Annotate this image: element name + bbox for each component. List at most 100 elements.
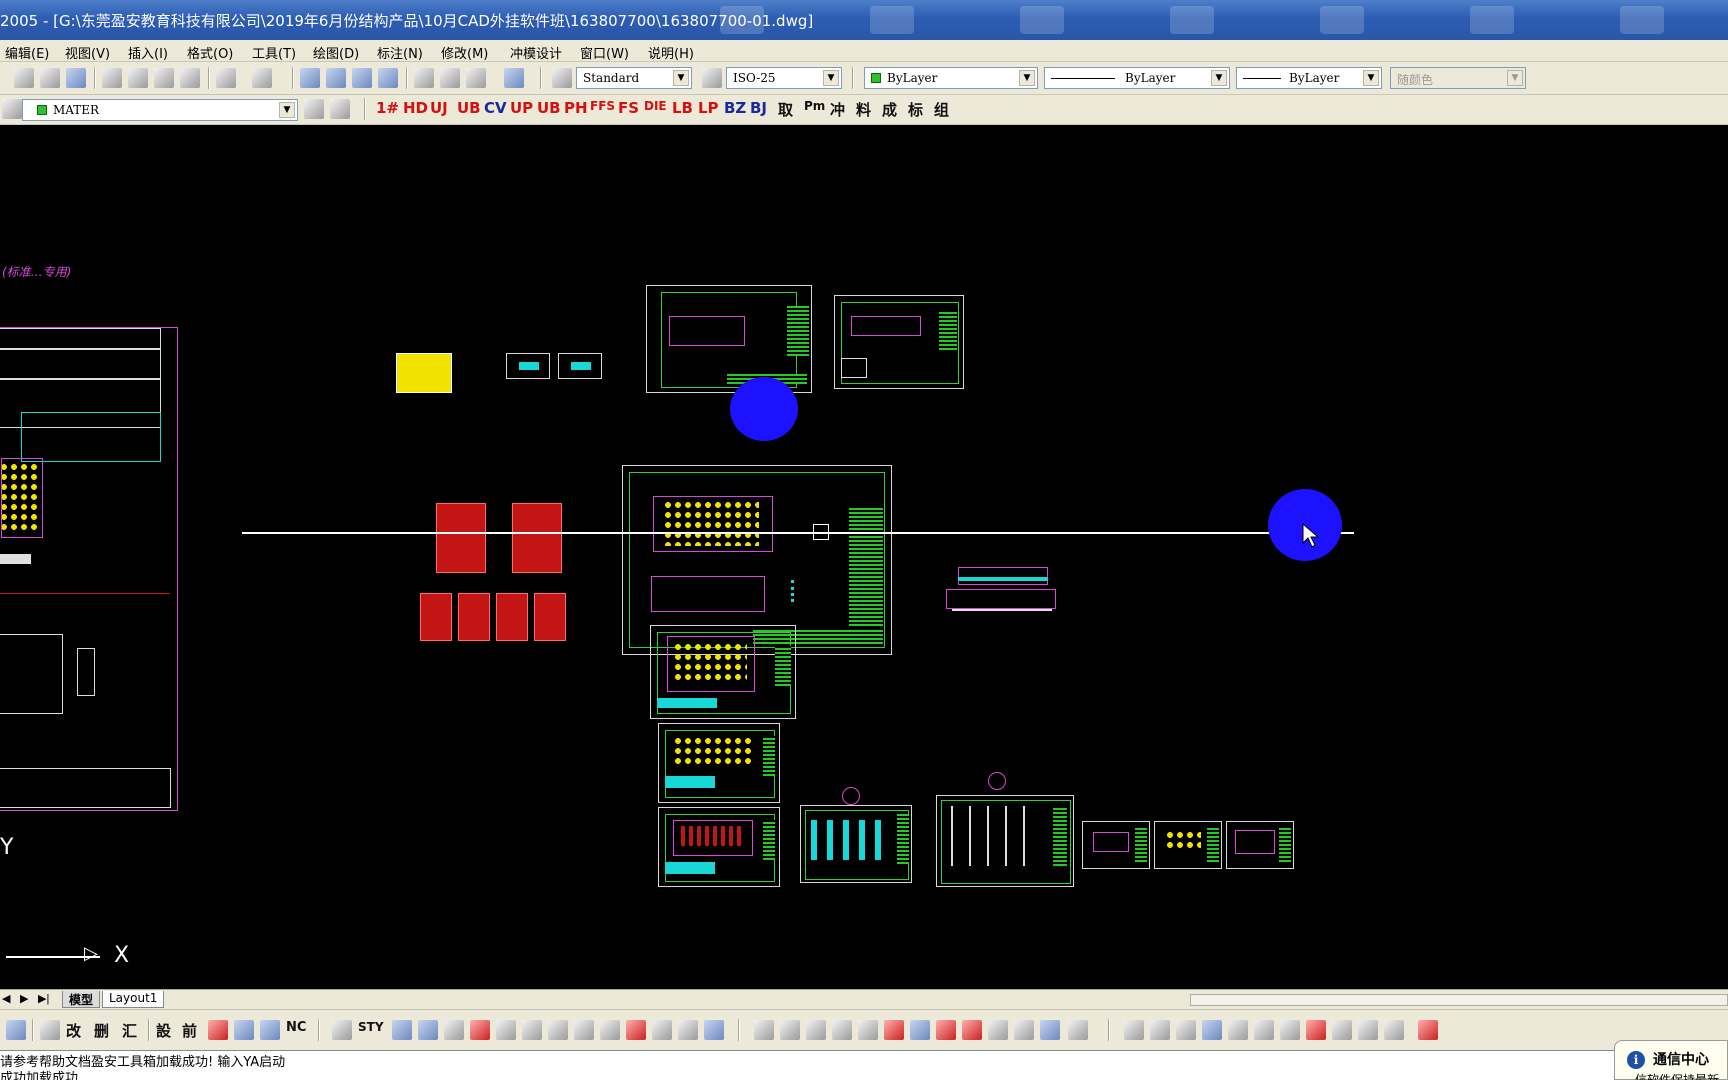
plugin-btn-die[interactable]: DIE [644, 99, 667, 121]
print-icon[interactable] [14, 68, 34, 88]
tool-icon[interactable] [1332, 1020, 1352, 1040]
tool-icon[interactable] [332, 1020, 352, 1040]
target-icon[interactable] [1068, 1020, 1088, 1040]
plugin-btn-summary[interactable]: 汇 [122, 1020, 137, 1042]
tab-nav-prev-icon[interactable]: ◀ [2, 992, 10, 1005]
layer-state-icon[interactable] [2, 99, 22, 119]
tool-icon[interactable] [574, 1020, 594, 1040]
make-current-layer-icon[interactable] [304, 99, 324, 119]
drawing-sheet-bottom-3[interactable] [1082, 821, 1150, 869]
plugin-btn-mark[interactable]: 标 [908, 99, 923, 121]
tool-icon[interactable] [1418, 1020, 1438, 1040]
title-block-sheet[interactable] [0, 327, 178, 811]
drawing-sheet-bottom-4[interactable] [1154, 821, 1222, 869]
tool-icon[interactable] [1254, 1020, 1274, 1040]
tool-icon[interactable] [678, 1020, 698, 1040]
plugin-btn-punch[interactable]: 冲 [830, 99, 845, 121]
plugin-btn-front[interactable]: 前 [182, 1020, 197, 1042]
tool-icon[interactable] [1176, 1020, 1196, 1040]
paste-icon[interactable] [154, 68, 174, 88]
menu-window[interactable]: 窗口(W) [580, 43, 629, 62]
text-style-select[interactable]: Standard ▼ [576, 67, 692, 89]
tool-icon[interactable] [208, 1020, 228, 1040]
tool-icon[interactable] [780, 1020, 800, 1040]
circle-icon[interactable] [496, 1020, 516, 1040]
plugin-btn-hd[interactable]: HD [403, 99, 428, 121]
plugin-btn-bz[interactable]: BZ [724, 99, 746, 121]
tool-icon[interactable] [910, 1020, 930, 1040]
plugin-btn-lp[interactable]: LP [698, 99, 719, 121]
communication-center[interactable]: i 通信中心 信软件保持最新 [1614, 1040, 1728, 1080]
assembly-section[interactable] [946, 563, 1056, 621]
cut-icon[interactable] [102, 68, 122, 88]
drawing-sheet-bottom-2[interactable] [936, 795, 1074, 887]
tool-icon[interactable] [962, 1020, 982, 1040]
plugin-btn-sty[interactable]: STY [358, 1020, 384, 1042]
tool-icon[interactable] [1202, 1020, 1222, 1040]
properties-icon[interactable] [414, 68, 434, 88]
drawing-sheet-bottom-5[interactable] [1226, 821, 1294, 869]
layer-previous-icon[interactable] [330, 99, 350, 119]
publish-icon[interactable] [66, 68, 86, 88]
plugin-btn-ph[interactable]: PH [564, 99, 588, 121]
tool-icon[interactable] [392, 1020, 412, 1040]
zoom-realtime-icon[interactable] [326, 68, 346, 88]
menu-draw[interactable]: 绘图(D) [313, 43, 359, 62]
tool-icon[interactable] [1358, 1020, 1378, 1040]
tool-icon[interactable] [600, 1020, 620, 1040]
tool-icon[interactable] [234, 1020, 254, 1040]
dim-style-select[interactable]: ISO-25 ▼ [726, 67, 842, 89]
menu-dimension[interactable]: 标注(N) [377, 43, 423, 62]
tool-palettes-icon[interactable] [466, 68, 486, 88]
tool-icon[interactable] [652, 1020, 672, 1040]
redo-icon[interactable] [252, 68, 272, 88]
tab-layout1[interactable]: Layout1 [102, 991, 165, 1008]
drawing-sheet-lower-1[interactable] [650, 625, 796, 719]
tool-icon[interactable] [858, 1020, 878, 1040]
tool-icon[interactable] [884, 1020, 904, 1040]
yellow-part-thumbnail[interactable] [396, 353, 452, 393]
match-properties-icon[interactable] [180, 68, 200, 88]
drawing-sheet-top[interactable] [646, 285, 812, 393]
tool-icon[interactable] [444, 1020, 464, 1040]
preview-icon[interactable] [40, 68, 60, 88]
red-part-5[interactable] [496, 593, 528, 641]
plugin-btn-nc[interactable]: NC [286, 1020, 306, 1042]
small-part-2[interactable] [558, 353, 602, 379]
plugin-btn-fs[interactable]: FS [618, 99, 639, 121]
menu-view[interactable]: 视图(V) [65, 43, 110, 62]
plugin-btn-up[interactable]: UP [510, 99, 533, 121]
red-part-4[interactable] [458, 593, 490, 641]
plugin-btn-1[interactable]: 1# [376, 99, 399, 121]
tool-icon[interactable] [260, 1020, 280, 1040]
undo-icon[interactable] [216, 68, 236, 88]
tab-model[interactable]: 模型 [62, 991, 101, 1008]
drawing-sheet-lower-3[interactable] [658, 807, 780, 887]
tool-icon[interactable] [1124, 1020, 1144, 1040]
plugin-btn-setup[interactable]: 設 [156, 1020, 171, 1042]
tool-icon[interactable] [704, 1020, 724, 1040]
plugin-btn-ub[interactable]: UB [457, 99, 481, 121]
circle-icon[interactable] [522, 1020, 542, 1040]
plugin-btn-ffs[interactable]: FFS [590, 99, 615, 121]
color-select[interactable]: ByLayer ▼ [864, 67, 1038, 89]
red-part-2[interactable] [512, 503, 562, 573]
red-part-6[interactable] [534, 593, 566, 641]
tool-icon[interactable] [40, 1020, 60, 1040]
tool-icon[interactable] [1040, 1020, 1060, 1040]
plugin-btn-ub2[interactable]: UB [537, 99, 561, 121]
plugin-btn-modify[interactable]: 改 [66, 1020, 81, 1042]
zoom-window-icon[interactable] [352, 68, 372, 88]
plugin-btn-cv[interactable]: CV [484, 99, 507, 121]
design-center-icon[interactable] [440, 68, 460, 88]
linetype-select[interactable]: ByLayer ▼ [1044, 67, 1230, 89]
menu-die-design[interactable]: 冲模设计 [510, 43, 562, 62]
drawing-sheet-bottom-1[interactable] [800, 805, 912, 883]
menu-help[interactable]: 说明(H) [648, 43, 694, 62]
tab-nav-last-icon[interactable]: ▶| [38, 992, 49, 1005]
horizontal-scrollbar[interactable] [1190, 994, 1728, 1006]
plugin-btn-bj[interactable]: BJ [750, 99, 767, 121]
layer-select[interactable]: MATER ▼ [22, 99, 298, 121]
copy-icon[interactable] [128, 68, 148, 88]
tool-icon[interactable] [1228, 1020, 1248, 1040]
